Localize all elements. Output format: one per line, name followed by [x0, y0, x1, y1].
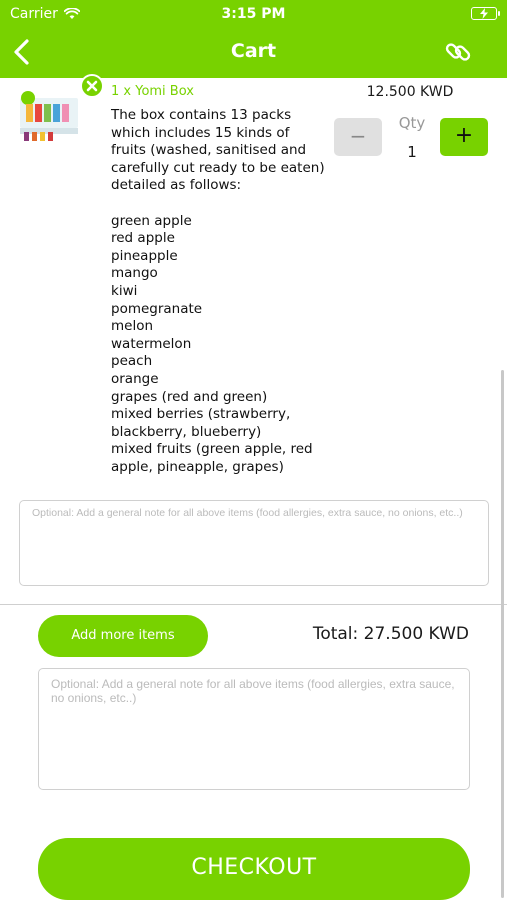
- product-thumbnail[interactable]: [16, 84, 88, 144]
- battery-charging-icon: [471, 7, 500, 20]
- link-icon: [445, 43, 471, 61]
- order-note-box: [38, 668, 470, 790]
- section-divider: [0, 604, 507, 605]
- navigation-bar: Cart: [0, 28, 507, 78]
- top-bar: Carrier 3:15 PM Cart: [0, 0, 507, 78]
- item-note-box: [19, 500, 489, 586]
- close-icon: [86, 80, 98, 92]
- cart-total: Total: 27.500 KWD: [312, 624, 469, 644]
- status-time: 3:15 PM: [221, 6, 286, 22]
- scrollbar[interactable]: [501, 370, 504, 898]
- checkout-button[interactable]: CHECKOUT: [38, 838, 470, 900]
- share-link-button[interactable]: [443, 37, 473, 67]
- decrease-quantity-button[interactable]: −: [334, 118, 382, 156]
- item-description: The box contains 13 packs which includes…: [111, 107, 325, 475]
- page-title: Cart: [230, 40, 277, 62]
- item-price: 12.500 KWD: [366, 84, 454, 100]
- item-title: 1 x Yomi Box: [111, 84, 194, 99]
- quantity-label: Qty: [398, 114, 426, 132]
- cart-item: 1 x Yomi Box The box contains 13 packs w…: [0, 74, 507, 508]
- status-bar: Carrier 3:15 PM: [0, 0, 507, 28]
- quantity-value: 1: [407, 143, 417, 161]
- item-note-input[interactable]: [32, 507, 476, 579]
- add-more-items-button[interactable]: Add more items: [38, 615, 208, 657]
- remove-item-button[interactable]: [80, 74, 104, 98]
- increase-quantity-button[interactable]: +: [440, 118, 488, 156]
- order-note-input[interactable]: [51, 677, 457, 781]
